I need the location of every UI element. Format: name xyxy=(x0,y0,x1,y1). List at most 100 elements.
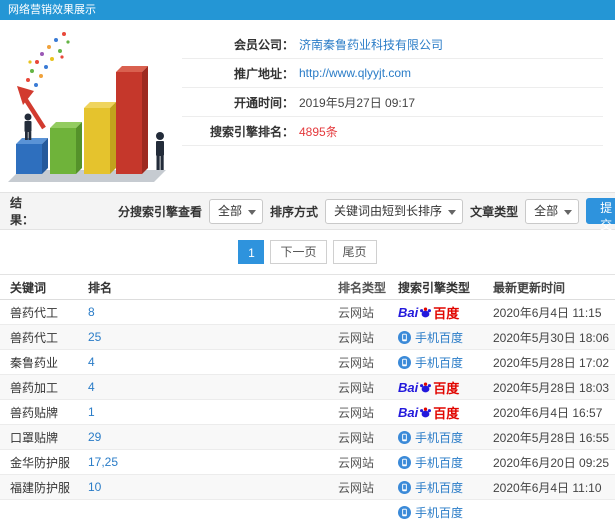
open-time-label: 开通时间： xyxy=(233,95,294,110)
table-row: 福建防护服 10 云网站 手机百度 2020年6月4日 11:10 xyxy=(0,475,615,500)
rank-type-cell: 云网站 xyxy=(338,455,375,470)
baidu-logo: Bai 百度 xyxy=(398,304,460,321)
info-row-open-time: 开通时间： 2019年5月27日 09:17 xyxy=(182,88,603,117)
engine-filter-select[interactable]: 全部 xyxy=(209,198,264,224)
keyword-cell: 兽药加工 xyxy=(10,380,59,395)
rank-type-cell: 云网站 xyxy=(338,355,375,370)
page-number-current[interactable]: 1 xyxy=(238,240,265,264)
keyword-cell: 兽药代工 xyxy=(10,330,59,345)
engine-filter-label: 分搜索引擎查看 xyxy=(118,204,203,219)
promo-url-link[interactable]: http://www.qlyyjt.com xyxy=(299,66,411,80)
table-header-row: 关键词 排名 排名类型 搜索引擎类型 最新更新时间 xyxy=(0,274,615,300)
engine-cell: 手机百度 xyxy=(398,479,493,496)
bar-yellow xyxy=(84,102,116,174)
company-label: 会员公司： xyxy=(233,37,294,52)
mobile-baidu-logo: 手机百度 xyxy=(398,479,463,496)
info-row-url: 推广地址： http://www.qlyyjt.com xyxy=(182,59,603,88)
rank-type-cell: 云网站 xyxy=(338,480,375,495)
rank-link[interactable]: 4 xyxy=(88,380,338,394)
rank-type-cell: 云网站 xyxy=(338,405,375,420)
mobile-baidu-logo: 手机百度 xyxy=(398,504,463,520)
growth-chart-illustration xyxy=(0,20,182,188)
article-type-select[interactable]: 全部 xyxy=(525,198,580,224)
titlebar: 网络营销效果展示 xyxy=(0,0,615,20)
table-row: 口罩贴牌 29 云网站 手机百度 2020年5月28日 16:55 xyxy=(0,425,615,450)
table-row: 兽药代工 25 云网站 手机百度 2020年5月30日 18:06 xyxy=(0,325,615,350)
updated-cell: 2020年5月28日 18:03 xyxy=(493,380,610,395)
caret-down-icon xyxy=(248,209,257,215)
rank-count-value: 4895条 xyxy=(299,124,338,139)
header-rank: 排名 xyxy=(88,280,113,295)
engine-cell: 手机百度 xyxy=(398,329,493,346)
bar-green xyxy=(50,122,82,174)
table-row-partial: 手机百度 xyxy=(0,500,615,520)
header-updated: 最新更新时间 xyxy=(493,280,566,295)
header-keyword: 关键词 xyxy=(10,280,47,295)
sort-label: 排序方式 xyxy=(270,204,319,219)
rank-link[interactable]: 29 xyxy=(88,430,338,444)
last-page-button[interactable]: 尾页 xyxy=(332,240,377,264)
person-silhouette-left xyxy=(24,113,32,140)
rank-link[interactable]: 8 xyxy=(88,305,338,319)
member-info-panel: 会员公司： 济南秦鲁药业科技有限公司 推广地址： http://www.qlyy… xyxy=(182,20,615,188)
mobile-baidu-icon xyxy=(398,330,411,344)
engine-filter-value: 全部 xyxy=(218,203,243,218)
table-row: 兽药贴牌 1 云网站 Bai 百度 2020年6月4日 16:57 xyxy=(0,400,615,425)
bar-blue xyxy=(16,138,48,174)
engine-cell: Bai 百度 xyxy=(398,378,493,397)
mobile-baidu-logo: 手机百度 xyxy=(398,329,463,346)
engine-cell: 手机百度 xyxy=(398,504,493,520)
rank-link[interactable]: 17,25 xyxy=(88,455,338,469)
baidu-logo: Bai 百度 xyxy=(398,404,460,421)
next-page-button[interactable]: 下一页 xyxy=(270,240,327,264)
mobile-baidu-icon xyxy=(398,455,411,469)
submit-button[interactable]: 提交 xyxy=(586,198,615,232)
results-table: 关键词 排名 排名类型 搜索引擎类型 最新更新时间 兽药代工 8 云网站 Bai… xyxy=(0,274,615,520)
keyword-cell: 秦鲁药业 xyxy=(10,355,59,370)
article-type-label: 文章类型 xyxy=(470,204,519,219)
bar-red xyxy=(116,66,148,174)
caret-down-icon xyxy=(448,209,457,215)
promo-url-label: 推广地址： xyxy=(233,66,294,81)
rank-link[interactable]: 10 xyxy=(88,480,338,494)
rank-type-cell: 云网站 xyxy=(338,380,375,395)
baidu-paw-icon xyxy=(420,406,432,417)
rank-count-label: 搜索引擎排名： xyxy=(209,124,294,139)
table-row: 金华防护服 17,25 云网站 手机百度 2020年6月20日 09:25 xyxy=(0,450,615,475)
updated-cell: 2020年6月4日 16:57 xyxy=(493,405,603,420)
rank-type-cell: 云网站 xyxy=(338,305,375,320)
bar-chart-graphic xyxy=(8,32,166,182)
open-time-value: 2019年5月27日 09:17 xyxy=(299,95,416,110)
engine-cell: 手机百度 xyxy=(398,454,493,471)
confetti-dots xyxy=(26,32,70,87)
updated-cell: 2020年5月28日 17:02 xyxy=(493,355,610,370)
result-label: 结果： xyxy=(10,196,35,227)
updated-cell: 2020年5月28日 16:55 xyxy=(493,430,610,445)
caret-down-icon xyxy=(564,209,573,215)
rank-link[interactable]: 4 xyxy=(88,355,338,369)
article-type-value: 全部 xyxy=(534,203,559,218)
company-link[interactable]: 济南秦鲁药业科技有限公司 xyxy=(299,36,443,53)
mobile-baidu-icon xyxy=(398,505,411,519)
engine-cell: 手机百度 xyxy=(398,354,493,371)
engine-cell: Bai 百度 xyxy=(398,403,493,422)
mobile-baidu-logo: 手机百度 xyxy=(398,454,463,471)
keyword-cell: 福建防护服 xyxy=(10,480,71,495)
rank-link[interactable]: 25 xyxy=(88,330,338,344)
updated-cell: 2020年5月30日 18:06 xyxy=(493,330,610,345)
keyword-cell: 兽药代工 xyxy=(10,305,59,320)
info-row-company: 会员公司： 济南秦鲁药业科技有限公司 xyxy=(182,30,603,59)
table-body: 兽药代工 8 云网站 Bai 百度 2020年6月4日 11:15 兽药代工 2… xyxy=(0,300,615,520)
sort-select[interactable]: 关键词由短到长排序 xyxy=(325,198,464,224)
sort-value: 关键词由短到长排序 xyxy=(334,203,443,218)
info-row-rank-count: 搜索引擎排名： 4895条 xyxy=(182,117,603,146)
updated-cell: 2020年6月4日 11:10 xyxy=(493,480,602,495)
mobile-baidu-icon xyxy=(398,355,411,369)
baidu-paw-icon xyxy=(420,381,432,392)
rank-link[interactable]: 1 xyxy=(88,405,338,419)
baidu-paw-icon xyxy=(420,306,432,317)
keyword-cell: 金华防护服 xyxy=(10,455,71,470)
header-rank-type: 排名类型 xyxy=(338,280,387,295)
header-engine-type: 搜索引擎类型 xyxy=(398,280,471,295)
engine-cell: Bai 百度 xyxy=(398,303,493,322)
